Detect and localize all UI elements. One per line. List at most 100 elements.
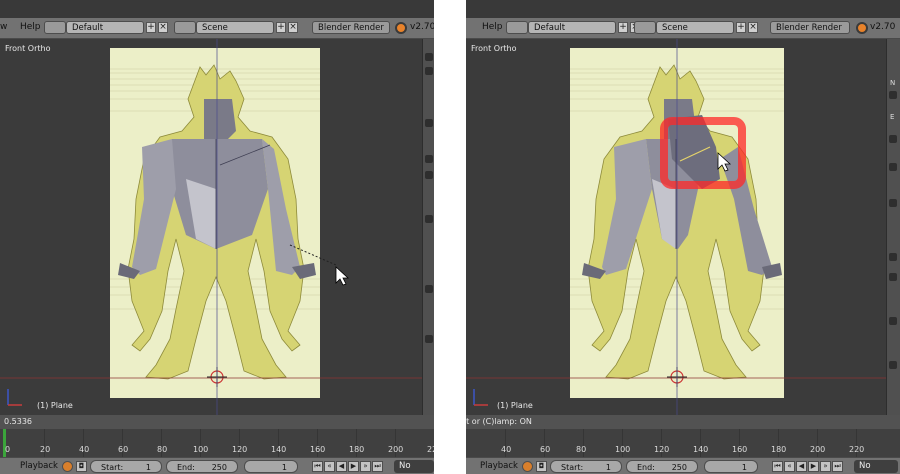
tick-label: 60	[118, 445, 129, 454]
sidebar-button[interactable]	[425, 155, 433, 163]
info-header: Help Default + × Scene + × Blender Rende…	[466, 18, 900, 39]
sidebar-button[interactable]	[889, 91, 897, 99]
version-label: v2.70	[410, 22, 434, 32]
scene-icon[interactable]	[174, 21, 196, 34]
current-frame-field[interactable]: 1	[244, 460, 298, 473]
playback-menu[interactable]: Playback	[20, 461, 58, 471]
3d-viewport[interactable]: Front Ortho (1) Plane	[0, 39, 434, 415]
start-frame-field[interactable]: Start: 1	[550, 460, 622, 473]
sidebar-letter: N	[890, 79, 896, 87]
tick-label: 200	[388, 445, 404, 454]
sync-mode-select[interactable]: No Sync	[854, 460, 898, 473]
sidebar-button[interactable]	[425, 53, 433, 61]
jump-end-icon[interactable]: ⏭	[832, 461, 843, 472]
sidebar-button[interactable]	[889, 317, 897, 325]
sidebar-letter: E	[890, 113, 895, 121]
play-reverse-icon[interactable]: ◀	[336, 461, 347, 472]
sidebar-button[interactable]	[425, 335, 433, 343]
tick-label: 220	[427, 445, 434, 454]
play-icon[interactable]: ▶	[808, 461, 819, 472]
jump-end-icon[interactable]: ⏭	[372, 461, 383, 472]
timeline-header: Playback ◘ Start: 1 End: 250 1 ⏮ « ◀ ▶ » ⏭…	[466, 457, 900, 474]
timeline-status-bar: alt or (C)lamp: ON	[466, 415, 900, 429]
add-scene-button[interactable]: +	[276, 22, 286, 33]
menu-partial[interactable]: w	[0, 22, 7, 32]
tick-label: 80	[157, 445, 168, 454]
object-label: (1) Plane	[497, 401, 533, 410]
end-frame-field[interactable]: End: 250	[626, 460, 698, 473]
layout-icon[interactable]	[44, 21, 66, 34]
timeline[interactable]: alt or (C)lamp: ON 40 60 80 100 120 140 …	[466, 415, 900, 457]
help-menu[interactable]: Help	[20, 22, 41, 32]
play-reverse-icon[interactable]: ◀	[796, 461, 807, 472]
sidebar-button[interactable]	[889, 253, 897, 261]
right-screenshot: Help Default + × Scene + × Blender Rende…	[466, 0, 900, 474]
scene-field[interactable]: Scene	[656, 21, 734, 34]
next-keyframe-icon[interactable]: »	[820, 461, 831, 472]
sidebar-button[interactable]	[425, 171, 433, 179]
frame-ruler[interactable]: 40 60 80 100 120 140 160 180 200 220	[466, 429, 900, 457]
layout-field[interactable]: Default	[66, 21, 144, 34]
sidebar-button[interactable]	[889, 199, 897, 207]
prev-keyframe-icon[interactable]: «	[784, 461, 795, 472]
timeline-status-bar: 0.5336	[0, 415, 434, 429]
record-icon[interactable]	[62, 461, 73, 472]
frame-ruler[interactable]: 0 20 40 60 80 100 120 140 160 180 200 22…	[0, 429, 434, 457]
jump-start-icon[interactable]: ⏮	[312, 461, 323, 472]
add-layout-button[interactable]: +	[618, 22, 628, 33]
object-label: (1) Plane	[37, 401, 73, 410]
scene-icon[interactable]	[634, 21, 656, 34]
tool-sidebar	[422, 39, 434, 415]
sidebar-button[interactable]	[889, 163, 897, 171]
remove-scene-button[interactable]: ×	[288, 22, 298, 33]
timeline[interactable]: 0.5336 0 20 40 60 80 100 120 140 160 180…	[0, 415, 434, 457]
help-menu[interactable]: Help	[482, 22, 503, 32]
render-engine-select[interactable]: Blender Render	[770, 21, 850, 34]
tick-label: 40	[79, 445, 90, 454]
sidebar-button[interactable]	[425, 285, 433, 293]
keying-lock-icon[interactable]: ◘	[536, 461, 547, 472]
tick-label: 40	[501, 445, 512, 454]
tick-label: 160	[310, 445, 326, 454]
sidebar-button[interactable]	[425, 67, 433, 75]
current-frame-field[interactable]: 1	[704, 460, 758, 473]
sidebar-button[interactable]	[425, 119, 433, 127]
info-header: w Help Default + × Scene + × Blender Ren…	[0, 18, 434, 39]
3d-viewport[interactable]: Front Ortho (1) Plane	[466, 39, 900, 415]
tick-label: 140	[271, 445, 287, 454]
sidebar-button[interactable]	[425, 215, 433, 223]
layout-field[interactable]: Default	[528, 21, 616, 34]
tick-label: 180	[771, 445, 787, 454]
sidebar-button[interactable]	[889, 135, 897, 143]
add-scene-button[interactable]: +	[736, 22, 746, 33]
scene-field[interactable]: Scene	[196, 21, 274, 34]
start-frame-field[interactable]: Start: 1	[90, 460, 162, 473]
remove-scene-button[interactable]: ×	[748, 22, 758, 33]
playback-menu[interactable]: Playback	[480, 461, 518, 471]
tick-label: 120	[232, 445, 248, 454]
add-layout-button[interactable]: +	[146, 22, 156, 33]
blender-logo-icon	[395, 22, 407, 34]
tick-label: 80	[576, 445, 587, 454]
tick-label: 120	[654, 445, 670, 454]
render-engine-select[interactable]: Blender Render	[312, 21, 390, 34]
end-frame-field[interactable]: End: 250	[166, 460, 238, 473]
jump-start-icon[interactable]: ⏮	[772, 461, 783, 472]
remove-layout-button[interactable]: ×	[158, 22, 168, 33]
record-icon[interactable]	[522, 461, 533, 472]
keying-lock-icon[interactable]: ◘	[76, 461, 87, 472]
tick-label: 20	[40, 445, 51, 454]
play-icon[interactable]: ▶	[348, 461, 359, 472]
sync-mode-select[interactable]: No Sync	[394, 460, 434, 473]
layout-icon[interactable]	[506, 21, 528, 34]
mouse-cursor-icon	[335, 266, 350, 286]
left-screenshot: w Help Default + × Scene + × Blender Ren…	[0, 0, 434, 474]
sidebar-button[interactable]	[889, 273, 897, 281]
tick-label: 160	[732, 445, 748, 454]
blender-logo-icon	[856, 22, 868, 34]
prev-keyframe-icon[interactable]: «	[324, 461, 335, 472]
sidebar-button[interactable]	[889, 361, 897, 369]
next-keyframe-icon[interactable]: »	[360, 461, 371, 472]
tick-label: 0	[5, 445, 11, 454]
tick-label: 60	[540, 445, 551, 454]
